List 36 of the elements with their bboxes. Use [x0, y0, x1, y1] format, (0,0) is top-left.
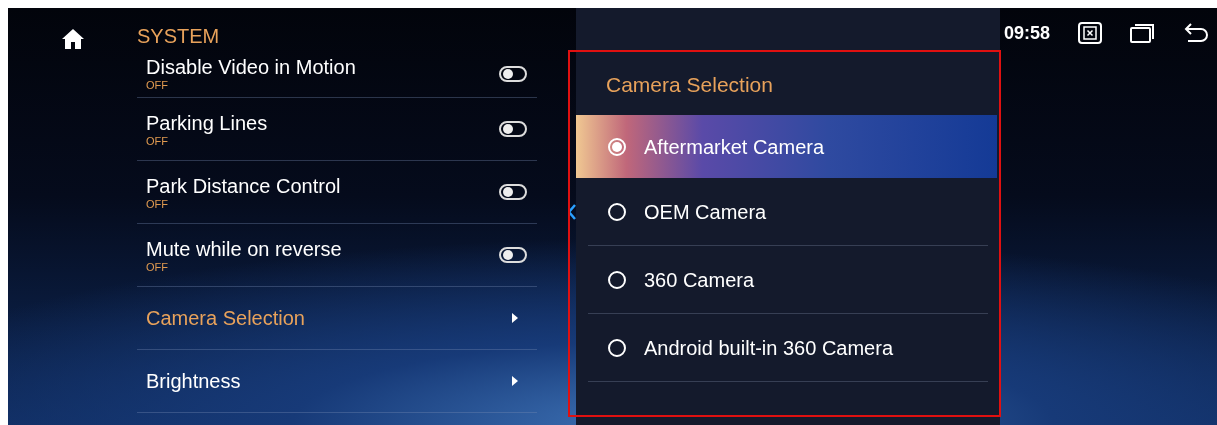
radio-button[interactable] [608, 270, 626, 289]
setting-label[interactable]: Mute while on reverse [146, 236, 342, 261]
setting-value: OFF [146, 79, 169, 92]
option-label: OEM Camera [644, 199, 767, 225]
close-icon[interactable] [1077, 22, 1102, 44]
setting-value: OFF [146, 134, 169, 148]
setting-label[interactable]: Disable Video in Motion [146, 55, 356, 79]
toggle-switch[interactable] [499, 184, 527, 200]
caret-icon [511, 375, 519, 387]
camera-option[interactable]: Aftermarket Camera [576, 115, 997, 178]
setting-value: OFF [146, 197, 169, 211]
setting-label[interactable]: Brightness [146, 369, 241, 393]
setting-label[interactable]: Park Distance Control [146, 173, 341, 198]
setting-label[interactable]: Camera Selection [146, 306, 305, 330]
radio-button[interactable] [608, 338, 626, 357]
chevron-icon[interactable] [568, 203, 576, 220]
option-label: Android built-in 360 Camera [644, 335, 894, 361]
setting-value: OFF [146, 260, 169, 274]
toggle-switch[interactable] [499, 247, 527, 263]
back-icon[interactable] [1182, 22, 1209, 44]
dialog-title: Camera Selection [605, 72, 774, 98]
toggle-switch[interactable] [499, 65, 527, 82]
clock: 09:58 [1004, 22, 1051, 44]
option-label: Aftermarket Camera [644, 134, 825, 160]
setting-label[interactable]: Parking Lines [146, 110, 268, 135]
camera-option[interactable]: 360 Camera [588, 246, 988, 314]
toggle-switch[interactable] [499, 121, 527, 137]
section-title: SYSTEM [137, 24, 221, 49]
camera-option[interactable]: Android built-in 360 Camera [588, 314, 988, 382]
camera-option[interactable]: OEM Camera [588, 178, 988, 246]
home-icon[interactable] [60, 28, 85, 50]
windows-icon[interactable] [1129, 22, 1156, 44]
radio-button[interactable] [608, 137, 626, 156]
radio-button[interactable] [608, 202, 626, 221]
option-label: 360 Camera [644, 267, 755, 293]
caret-icon [511, 312, 519, 324]
